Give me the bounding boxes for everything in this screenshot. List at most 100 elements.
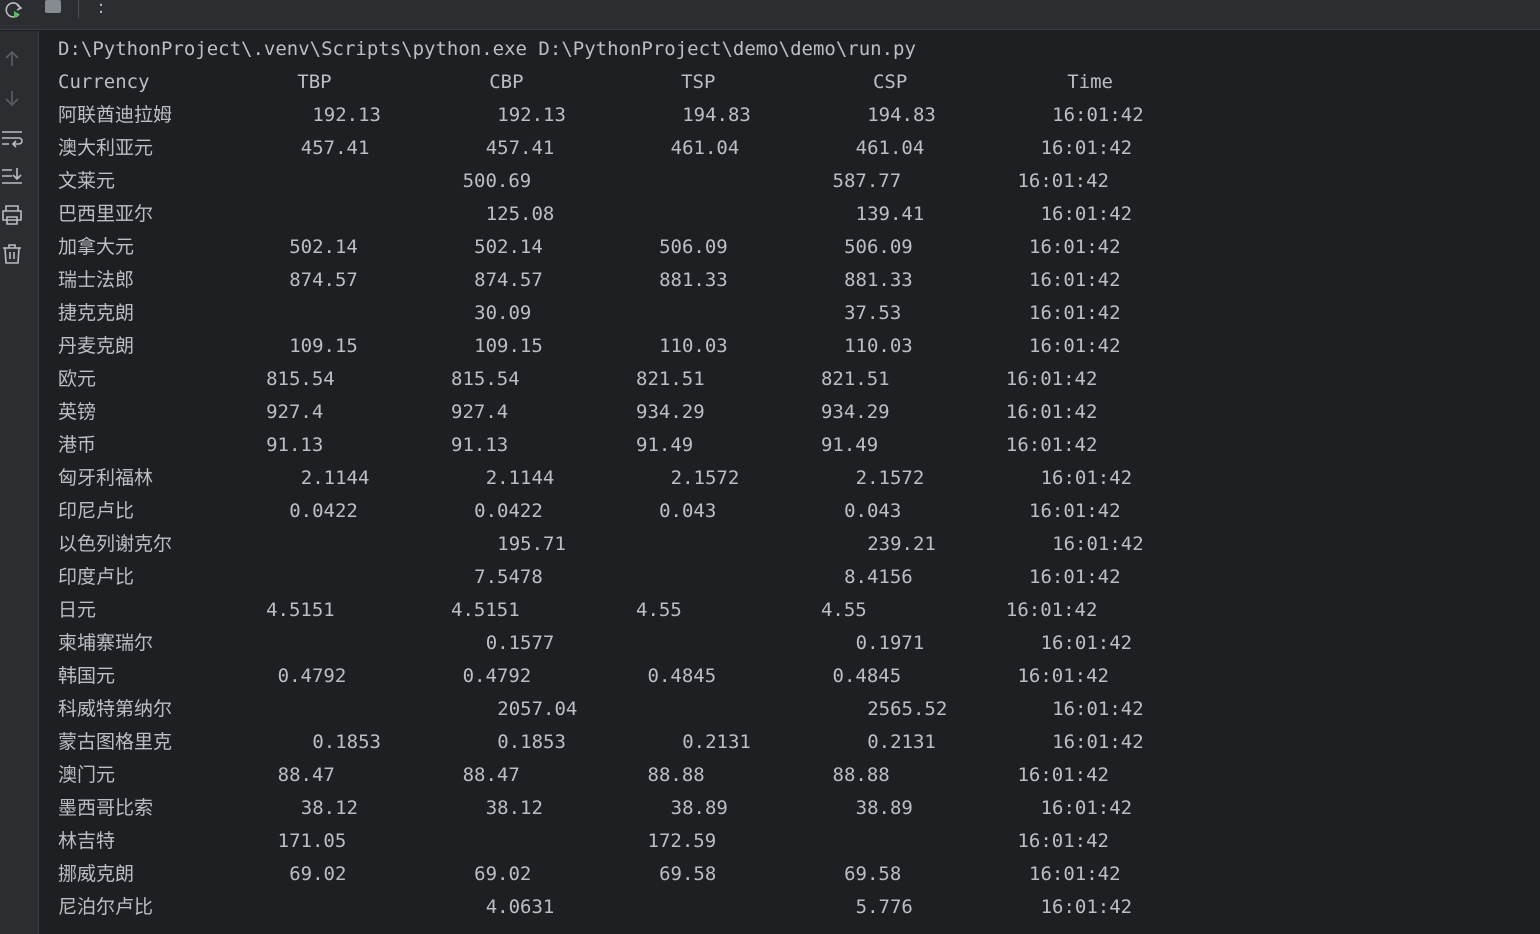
cbp-value: 4.5151 (451, 599, 520, 621)
header-tsp: TSP (681, 71, 716, 93)
cbp-value: 815.54 (451, 368, 520, 390)
tsp-value: 91.49 (636, 434, 694, 456)
rerun-icon[interactable] (3, 0, 27, 22)
time-value: 16:01:42 (1017, 764, 1109, 786)
console-output[interactable]: D:\PythonProject\.venv\Scripts\python.ex… (40, 31, 1540, 934)
tsp-value: 506.09 (659, 236, 728, 258)
more-options-button[interactable]: : (93, 0, 109, 20)
header-currency: Currency (58, 71, 150, 93)
cbp-value: 2.1144 (485, 467, 555, 489)
csp-value: 2565.52 (867, 698, 948, 720)
tsp-value: 461.04 (670, 137, 740, 159)
table-row: 挪威克朗 69.02 69.02 69.58 69.58 16:01:42 (40, 858, 1540, 891)
csp-value: 881.33 (844, 269, 913, 291)
table-row: 欧元 815.54 815.54 821.51 821.51 16:01:42 (40, 363, 1540, 396)
run-toolbar: : (0, 0, 1540, 30)
cbp-value: 457.41 (485, 137, 555, 159)
tsp-value: 172.59 (647, 830, 717, 852)
csp-value: 0.043 (844, 500, 902, 522)
cbp-value: 2057.04 (497, 698, 578, 720)
currency-name: 瑞士法郎 (58, 269, 135, 291)
trash-icon[interactable] (0, 242, 24, 266)
time-value: 16:01:42 (1040, 896, 1133, 918)
header-time: Time (1067, 71, 1113, 93)
csp-value: 37.53 (844, 302, 902, 324)
cbp-value: 502.14 (474, 236, 543, 258)
tsp-value: 0.043 (659, 500, 717, 522)
table-row: 蒙古图格里克 0.1853 0.1853 0.2131 0.2131 16:01:42 (40, 726, 1540, 759)
cbp-value: 4.0631 (485, 896, 555, 918)
time-value: 16:01:42 (1005, 401, 1098, 423)
csp-value: 821.51 (820, 368, 890, 390)
csp-value: 461.04 (855, 137, 925, 159)
scroll-to-end-icon[interactable] (0, 164, 24, 188)
tsp-value: 88.88 (647, 764, 705, 786)
tsp-value: 821.51 (636, 368, 705, 390)
tsp-value: 38.89 (670, 797, 728, 819)
arrow-up-icon[interactable] (0, 47, 24, 71)
print-icon[interactable] (0, 203, 24, 227)
currency-name: 林吉特 (58, 830, 116, 852)
tbp-value: 38.12 (300, 797, 358, 819)
time-value: 16:01:42 (1029, 863, 1121, 885)
time-value: 16:01:42 (1029, 269, 1121, 291)
stop-icon[interactable] (44, 0, 62, 14)
cbp-value: 874.57 (474, 269, 543, 291)
arrow-down-icon[interactable] (0, 86, 24, 110)
currency-name: 日元 (58, 599, 97, 621)
table-header-row: Currency TBP CBP TSP CSP Time (40, 66, 1540, 99)
tsp-value: 2.1572 (670, 467, 740, 489)
tsp-value: 110.03 (659, 335, 728, 357)
tsp-value: 934.29 (636, 401, 705, 423)
currency-name: 巴西里亚尔 (58, 203, 154, 225)
tbp-value: 0.1853 (312, 731, 381, 753)
currency-name: 科威特第纳尔 (58, 698, 173, 720)
tbp-value: 171.05 (277, 830, 347, 852)
time-value: 16:01:42 (1029, 236, 1121, 258)
header-csp: CSP (872, 71, 908, 93)
csp-value: 4.55 (820, 599, 867, 621)
currency-name: 韩国元 (58, 665, 116, 687)
time-value: 16:01:42 (1005, 599, 1098, 621)
tsp-value: 69.58 (659, 863, 717, 885)
currency-name: 墨西哥比索 (58, 797, 154, 819)
currency-name: 英镑 (58, 401, 97, 423)
cbp-value: 927.4 (451, 401, 509, 423)
cbp-value: 30.09 (474, 302, 532, 324)
table-row: 澳大利亚元 457.41 457.41 461.04 461.04 16:01:42 (40, 132, 1540, 165)
currency-name: 蒙古图格里克 (58, 731, 173, 753)
cbp-value: 0.1853 (497, 731, 566, 753)
cbp-value: 38.12 (485, 797, 543, 819)
time-value: 16:01:42 (1040, 632, 1133, 654)
table-row: 阿联酋迪拉姆 192.13 192.13 194.83 194.83 16:01:42 (40, 99, 1540, 132)
currency-name: 捷克克朗 (58, 302, 135, 324)
header-cbp: CBP (489, 71, 524, 93)
currency-name: 文莱元 (58, 170, 116, 192)
tbp-value: 815.54 (266, 368, 335, 390)
table-row: 文莱元 500.69 587.77 16:01:42 (40, 165, 1540, 198)
tsp-value: 0.4845 (647, 665, 717, 687)
tsp-value: 4.55 (636, 599, 682, 621)
cbp-value: 0.0422 (474, 500, 543, 522)
time-value: 16:01:42 (1040, 203, 1133, 225)
currency-name: 加拿大元 (58, 236, 135, 258)
currency-name: 阿联酋迪拉姆 (58, 104, 173, 126)
csp-value: 194.83 (867, 104, 936, 126)
csp-value: 934.29 (820, 401, 890, 423)
csp-value: 239.21 (867, 533, 936, 555)
time-value: 16:01:42 (1029, 335, 1121, 357)
table-row: 尼泊尔卢比 4.0631 5.776 16:01:42 (40, 891, 1540, 924)
table-row: 瑞士法郎 874.57 874.57 881.33 881.33 16:01:42 (40, 264, 1540, 297)
tbp-value: 88.47 (277, 764, 335, 786)
csp-value: 110.03 (844, 335, 913, 357)
table-row: 巴西里亚尔 125.08 139.41 16:01:42 (40, 198, 1540, 231)
cbp-value: 7.5478 (474, 566, 543, 588)
toolbar-divider (78, 0, 79, 18)
csp-value: 139.41 (855, 203, 925, 225)
currency-name: 丹麦克朗 (58, 335, 135, 357)
table-row: 澳门元 88.47 88.47 88.88 88.88 16:01:42 (40, 759, 1540, 792)
console-side-toolbar (0, 31, 39, 934)
cbp-value: 500.69 (462, 170, 532, 192)
currency-name: 港币 (58, 434, 97, 456)
soft-wrap-icon[interactable] (0, 126, 24, 150)
